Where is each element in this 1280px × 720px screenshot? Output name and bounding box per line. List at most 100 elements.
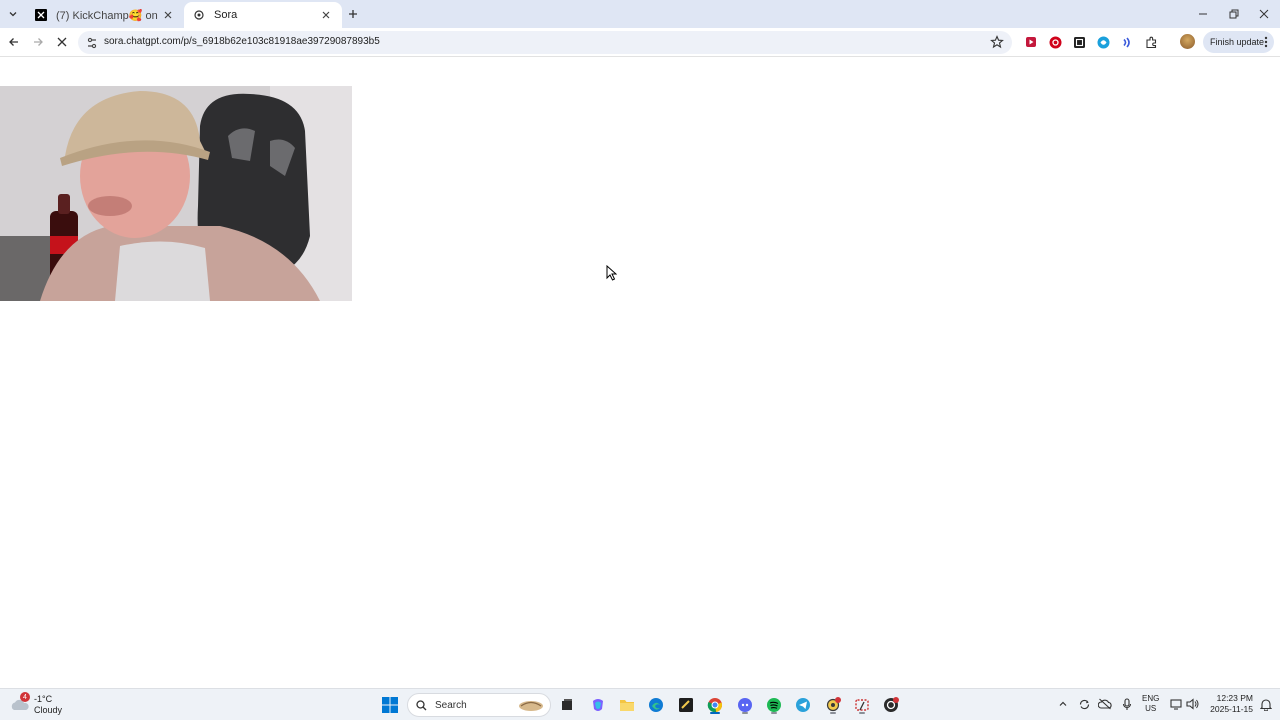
- minimize-button[interactable]: [1188, 0, 1218, 28]
- running-indicator: [742, 712, 748, 714]
- extension-screenshot-icon[interactable]: [1071, 34, 1087, 50]
- running-indicator: [710, 712, 720, 714]
- extensions-puzzle-icon[interactable]: [1143, 34, 1159, 50]
- discord-icon: [738, 698, 752, 712]
- windows-logo-icon: [382, 697, 398, 713]
- url-text[interactable]: sora.chatgpt.com/p/s_6918b62e103c81918ae…: [104, 36, 380, 47]
- task-view-button[interactable]: [557, 695, 577, 715]
- file-explorer-button[interactable]: [617, 695, 637, 715]
- close-icon: [1259, 9, 1269, 19]
- minimize-icon: [1199, 13, 1207, 15]
- notification-badge: 4: [20, 692, 30, 702]
- finish-update-button[interactable]: Finish update: [1203, 31, 1274, 53]
- clock-date: 2025-11-15: [1210, 704, 1253, 714]
- chrome-button[interactable]: [705, 695, 725, 715]
- arrow-left-icon: [9, 38, 18, 46]
- video-frame: [0, 86, 352, 301]
- chevron-up-icon: [1059, 701, 1067, 706]
- sora-icon: [192, 8, 206, 22]
- chatgpt-icon: [884, 697, 899, 712]
- search-highlight-icon: [519, 701, 543, 711]
- new-tab-button[interactable]: [344, 5, 362, 23]
- chatgpt-button[interactable]: [881, 695, 901, 715]
- language-indicator[interactable]: ENG US: [1142, 694, 1159, 714]
- telegram-button[interactable]: [793, 695, 813, 715]
- mouse-cursor-icon: [606, 265, 617, 281]
- weather-condition: Cloudy: [34, 705, 63, 715]
- discord-button[interactable]: [735, 695, 755, 715]
- spotify-button[interactable]: [764, 695, 784, 715]
- search-label: Search: [435, 699, 467, 711]
- terminal-button[interactable]: [676, 695, 696, 715]
- weather-widget[interactable]: 4 -1°C Cloudy: [10, 692, 90, 718]
- profile-avatar[interactable]: [1180, 34, 1195, 49]
- close-window-button[interactable]: [1249, 0, 1279, 28]
- browser-toolbar: sora.chatgpt.com/p/s_6918b62e103c81918ae…: [0, 28, 1280, 57]
- folder-icon: [620, 700, 634, 711]
- bookmark-star-icon[interactable]: [990, 35, 1004, 49]
- system-clock[interactable]: 12:23 PM 2025-11-15: [1205, 693, 1253, 715]
- more-menu-icon[interactable]: [1264, 35, 1268, 49]
- address-bar[interactable]: sora.chatgpt.com/p/s_6918b62e103c81918ae…: [78, 31, 1012, 54]
- extension-video-icon[interactable]: [1023, 34, 1039, 50]
- tab-search-button[interactable]: [3, 4, 23, 24]
- microphone-tray-button[interactable]: [1120, 697, 1134, 711]
- tab-title: Sora: [214, 9, 238, 21]
- copilot-button[interactable]: [588, 695, 608, 715]
- notification-bell-icon: [1260, 698, 1272, 711]
- tab-sora[interactable]: Sora: [184, 2, 342, 28]
- volume-tray-button[interactable]: [1186, 697, 1200, 711]
- telegram-icon: [796, 698, 810, 712]
- tab-strip: (7) KickChamp🥰 on X: "Shnag Sora: [0, 0, 1280, 28]
- edge-icon: [649, 698, 663, 712]
- extension-pocket-icon[interactable]: [1047, 34, 1063, 50]
- running-indicator: [830, 712, 836, 714]
- microphone-icon: [1122, 697, 1132, 710]
- snipping-tool-button[interactable]: [852, 695, 872, 715]
- notifications-button[interactable]: [1259, 697, 1273, 711]
- chrome-icon: [707, 698, 722, 713]
- network-tray-button[interactable]: [1170, 697, 1184, 711]
- spotify-icon: [767, 698, 781, 712]
- search-icon: [416, 699, 427, 710]
- extension-audio-icon[interactable]: [1119, 34, 1135, 50]
- task-view-icon: [562, 699, 572, 710]
- sync-tray-button[interactable]: [1077, 697, 1091, 711]
- show-hidden-icons-button[interactable]: [1056, 697, 1070, 711]
- tab-title: (7) KickChamp🥰 on X: "Shnag: [56, 9, 160, 22]
- stop-loading-button[interactable]: [52, 32, 72, 52]
- running-indicator: [771, 712, 777, 714]
- close-icon[interactable]: [160, 7, 176, 23]
- terminal-icon: [679, 698, 693, 712]
- forward-button[interactable]: [28, 32, 48, 52]
- close-icon: [57, 37, 67, 47]
- cloud-off-icon: [1098, 698, 1112, 710]
- restore-button[interactable]: [1219, 0, 1249, 28]
- app-button[interactable]: [823, 695, 843, 715]
- cloud-sync-tray-button[interactable]: [1098, 697, 1112, 711]
- windows-taskbar: 4 -1°C Cloudy Search ENG US 12:23 PM 202…: [0, 688, 1280, 720]
- language-region: US: [1145, 704, 1157, 713]
- network-icon: [1170, 699, 1182, 710]
- back-button[interactable]: [4, 32, 24, 52]
- finish-update-label: Finish update: [1210, 37, 1265, 47]
- video-player[interactable]: [0, 86, 352, 301]
- extension-translate-icon[interactable]: [1095, 34, 1111, 50]
- running-indicator: [859, 712, 865, 714]
- sync-icon: [1079, 699, 1089, 709]
- restore-icon: [1229, 9, 1239, 19]
- tab-kickchamp[interactable]: (7) KickChamp🥰 on X: "Shnag: [26, 2, 184, 28]
- clock-time: 12:23 PM: [1216, 693, 1253, 703]
- weather-temperature: -1°C: [34, 694, 53, 704]
- start-button[interactable]: [380, 695, 400, 715]
- speaker-icon: [1186, 698, 1199, 710]
- edge-browser-button[interactable]: [646, 695, 666, 715]
- close-icon[interactable]: [318, 7, 334, 23]
- page-content: [0, 58, 1280, 688]
- x-logo-icon: [34, 8, 48, 22]
- plus-icon: [349, 10, 357, 18]
- snipping-tool-icon: [855, 699, 869, 711]
- settings-app-icon: [826, 697, 841, 712]
- taskbar-search[interactable]: Search: [407, 693, 551, 717]
- site-info-icon[interactable]: [85, 36, 99, 50]
